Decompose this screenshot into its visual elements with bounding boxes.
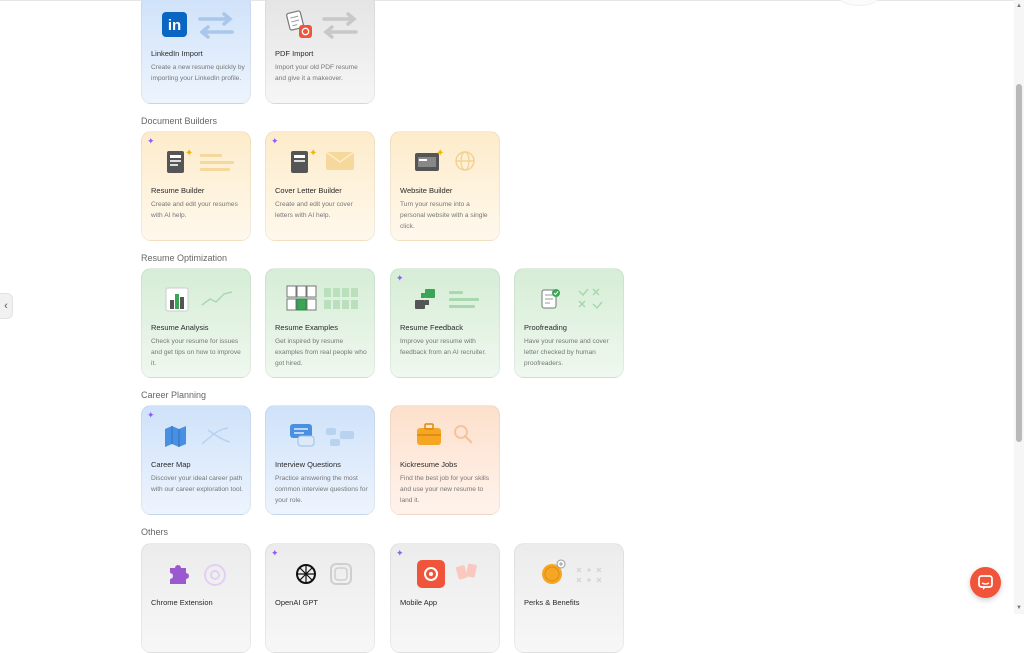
card-description: Check your resume for issues and get tip… <box>151 338 241 367</box>
card-resume-feedback[interactable]: ✦ Resume Feedback Improve your resume wi… <box>390 268 500 378</box>
resume-feedback-icon <box>415 289 479 309</box>
card-title: Resume Builder <box>151 186 205 195</box>
card-title: Interview Questions <box>275 460 341 469</box>
card-perks-benefits[interactable]: Perks & Benefits <box>514 543 624 653</box>
card-chrome-extension[interactable]: Chrome Extension <box>141 543 251 653</box>
section-title-career-planning: Career Planning <box>141 390 207 400</box>
card-description: Create and edit your cover letters with … <box>275 201 353 219</box>
svg-text:✦: ✦ <box>436 148 444 159</box>
sidebar-toggle-button[interactable]: ‹ <box>0 293 13 319</box>
card-cover-letter-builder[interactable]: ✦ ✦ Cover Letter Builder Create and edit… <box>265 131 375 241</box>
resume-examples-icon <box>286 285 358 311</box>
card-description: Get inspired by resume examples from rea… <box>275 338 367 367</box>
website-builder-icon: ✦ <box>415 148 475 171</box>
scroll-up-arrow-icon[interactable]: ▲ <box>1016 3 1022 9</box>
chat-bubble-icon <box>978 575 993 590</box>
card-description: Import your old PDF resume and give it a… <box>275 64 358 82</box>
openai-logo-icon <box>296 563 352 585</box>
card-title: LinkedIn Import <box>151 49 203 58</box>
card-interview-questions[interactable]: Interview Questions Practice answering t… <box>265 405 375 515</box>
card-title: Proofreading <box>524 323 567 332</box>
card-description: Create and edit your resumes with AI hel… <box>151 201 238 219</box>
card-title: Resume Examples <box>275 323 338 332</box>
section-title-others: Others <box>141 527 169 537</box>
card-resume-analysis[interactable]: Resume Analysis Check your resume for is… <box>141 268 251 378</box>
svg-text:✦: ✦ <box>185 148 193 159</box>
card-description: Have your resume and cover letter checke… <box>524 338 609 367</box>
puzzle-icon <box>170 564 226 586</box>
card-description: Turn your resume into a personal website… <box>400 201 488 230</box>
linkedin-import-icon: in <box>162 12 234 39</box>
proofreading-icon <box>541 288 603 310</box>
scrollbar-thumb[interactable] <box>1016 84 1022 442</box>
card-title: Career Map <box>151 460 191 469</box>
card-linkedin-import[interactable]: in LinkedIn Import Create a new resume q… <box>141 0 251 104</box>
card-kickresume-jobs[interactable]: Kickresume Jobs Find the best job for yo… <box>390 405 500 515</box>
card-description: Find the best job for your skills and us… <box>400 475 490 504</box>
perks-coin-icon <box>542 559 602 584</box>
card-title: Resume Analysis <box>151 323 209 332</box>
card-openai-gpt[interactable]: ✦ OpenAI GPT <box>265 543 375 653</box>
resume-analysis-icon <box>165 287 233 312</box>
pdf-import-icon <box>286 10 358 39</box>
career-map-icon <box>165 426 231 447</box>
top-avatar-edge[interactable] <box>838 0 880 6</box>
card-resume-examples[interactable]: Resume Examples Get inspired by resume e… <box>265 268 375 378</box>
card-website-builder[interactable]: ✦ Website Builder Turn your resume into … <box>390 131 500 241</box>
section-title-resume-optimization: Resume Optimization <box>141 253 228 263</box>
card-description: Practice answering the most common inter… <box>275 475 368 504</box>
card-title: Kickresume Jobs <box>400 460 458 469</box>
card-title: Mobile App <box>400 598 438 607</box>
card-title: Resume Feedback <box>400 323 463 332</box>
resume-builder-icon: ✦ <box>167 148 234 173</box>
card-career-map[interactable]: ✦ Career Map Discover your ideal career … <box>141 405 251 515</box>
cover-letter-icon: ✦ <box>291 148 355 173</box>
vertical-scrollbar[interactable]: ▲ ▼ <box>1014 0 1024 614</box>
scroll-down-arrow-icon[interactable]: ▼ <box>1016 605 1022 611</box>
card-title: Website Builder <box>400 186 453 195</box>
card-title: Cover Letter Builder <box>275 186 342 195</box>
card-description: Improve your resume with feedback from a… <box>400 338 487 356</box>
card-mobile-app[interactable]: ✦ Mobile App <box>390 543 500 653</box>
card-title: OpenAI GPT <box>275 598 318 607</box>
linkedin-logo-text: in <box>168 17 181 34</box>
kickresume-jobs-icon <box>417 423 473 445</box>
card-resume-builder[interactable]: ✦ ✦ Resume Builder Create and edit your … <box>141 131 251 241</box>
mobile-app-icon <box>417 560 477 588</box>
card-pdf-import[interactable]: PDF Import Import your old PDF resume an… <box>265 0 375 104</box>
card-description: Discover your ideal career path with our… <box>151 475 243 493</box>
card-title: Perks & Benefits <box>524 598 580 607</box>
card-title: Chrome Extension <box>151 598 213 607</box>
card-description: Create a new resume quickly by importing… <box>151 64 245 82</box>
section-title-document-builders: Document Builders <box>141 116 218 126</box>
card-title: PDF Import <box>275 49 314 58</box>
card-proofreading[interactable]: Proofreading Have your resume and cover … <box>514 268 624 378</box>
interview-questions-icon <box>290 424 354 447</box>
chat-launcher-button[interactable] <box>970 567 1001 598</box>
svg-text:✦: ✦ <box>309 148 317 159</box>
